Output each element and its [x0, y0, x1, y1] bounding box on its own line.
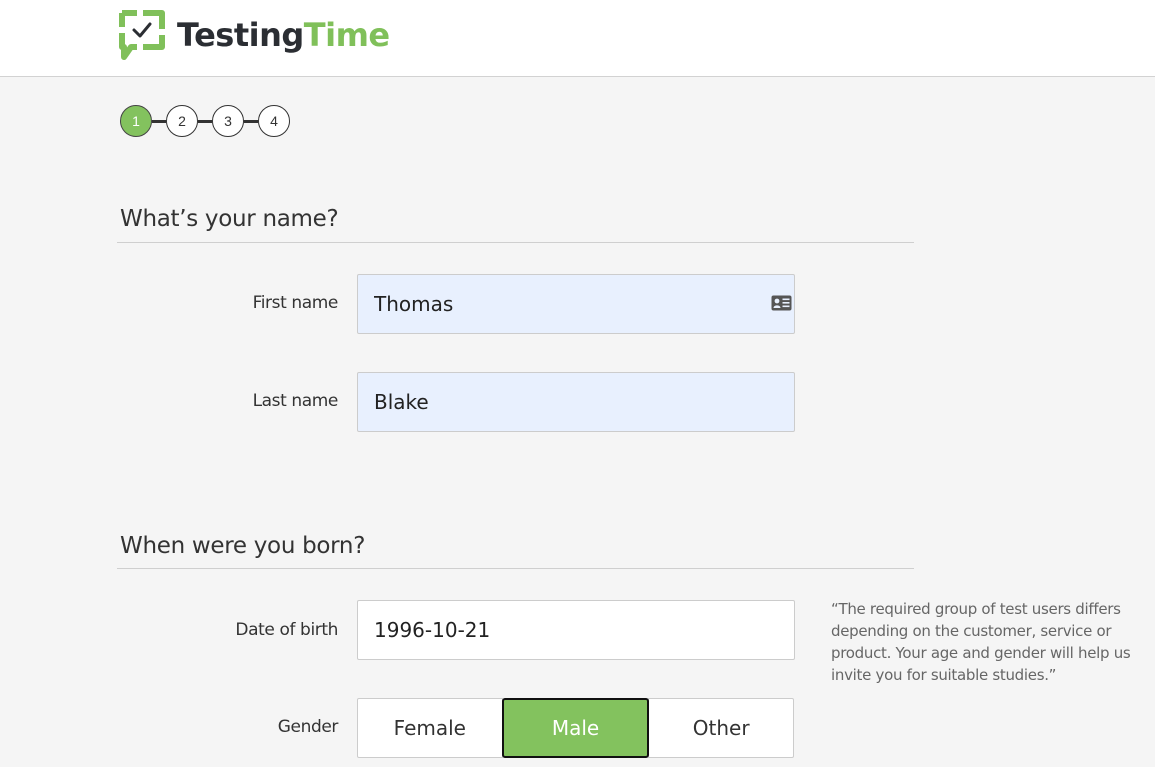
gender-option-other[interactable]: Other	[648, 698, 795, 758]
step-4[interactable]: 4	[258, 105, 290, 137]
section-divider	[117, 568, 914, 569]
step-connector	[244, 119, 258, 123]
name-section-title: What’s your name?	[120, 206, 339, 232]
logo-wordmark: TestingTime	[177, 13, 390, 57]
step-3[interactable]: 3	[212, 105, 244, 137]
logo-text-testing: Testing	[177, 16, 304, 54]
step-2[interactable]: 2	[166, 105, 198, 137]
date-of-birth-input[interactable]	[357, 600, 795, 660]
birth-section-title: When were you born?	[120, 533, 366, 559]
gender-label: Gender	[277, 717, 339, 737]
gender-option-male[interactable]: Male	[501, 698, 650, 758]
step-connector	[198, 119, 212, 123]
contact-card-icon[interactable]	[771, 295, 792, 311]
gender-selector: Female Male Other	[357, 698, 795, 758]
last-name-label: Last name	[252, 391, 339, 411]
site-header: TestingTime	[0, 0, 1155, 77]
step-1[interactable]: 1	[120, 105, 152, 137]
logo-text-time: Time	[303, 16, 390, 54]
step-connector	[152, 119, 166, 123]
section-divider	[117, 242, 914, 243]
first-name-label: First name	[252, 293, 339, 313]
first-name-input[interactable]	[357, 274, 795, 334]
testingtime-logo[interactable]: TestingTime	[119, 9, 390, 61]
progress-stepper: 1 2 3 4	[120, 105, 290, 137]
date-of-birth-label: Date of birth	[235, 620, 338, 640]
gender-option-female[interactable]: Female	[357, 698, 503, 758]
age-gender-hint: “The required group of test users differ…	[831, 600, 1131, 684]
last-name-input[interactable]	[357, 372, 795, 432]
speech-bubble-checkmark-icon	[119, 10, 165, 60]
